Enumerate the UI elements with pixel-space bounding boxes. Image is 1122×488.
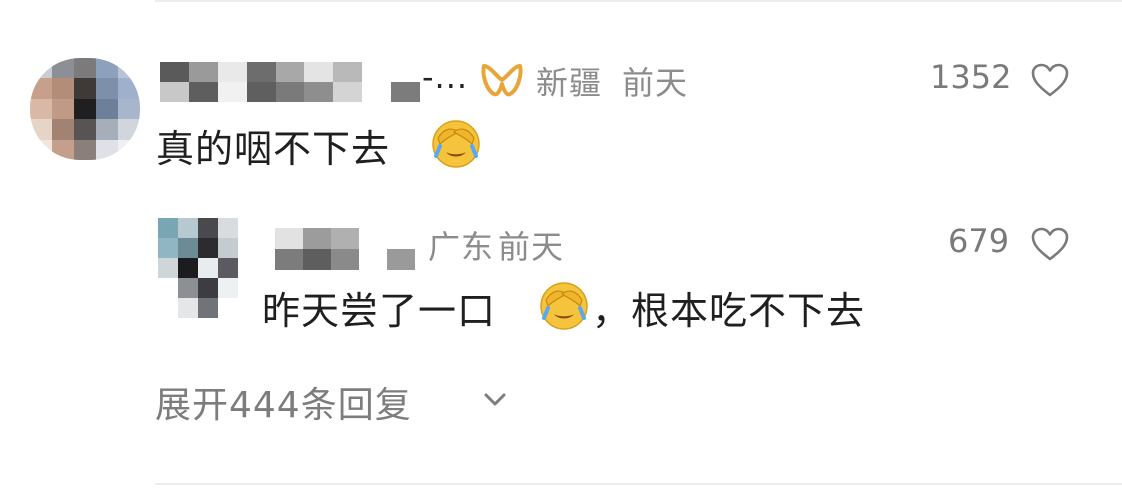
expand-replies-label[interactable]: 展开444条回复 [155, 376, 412, 428]
reply-text-part-2[interactable]: ，根本吃不下去 [592, 280, 865, 335]
top-divider [155, 0, 1122, 2]
orange-ribbon-badge-icon [481, 64, 523, 97]
reply-location: 广东 [428, 228, 495, 266]
comment-thread: { "comment": { "truncated_name_tail": "-… [0, 0, 1122, 488]
replier-name[interactable] [275, 228, 415, 270]
comment-text[interactable]: 真的咽不下去 [156, 118, 390, 173]
reply-text-part-1[interactable]: 昨天尝了一口 [262, 280, 496, 335]
face-palm-cry-emoji [432, 120, 480, 168]
comment-location: 新疆 [536, 64, 603, 102]
name-tail: -... [422, 58, 469, 96]
heart-outline-icon[interactable] [1030, 62, 1070, 98]
face-palm-cry-emoji [540, 282, 588, 330]
commenter-avatar[interactable] [30, 58, 140, 160]
replier-avatar[interactable] [158, 218, 238, 318]
comment-time: 前天 [622, 64, 689, 102]
heart-outline-icon[interactable] [1030, 226, 1070, 262]
reply-time: 前天 [498, 228, 565, 266]
reply-like-count: 679 [948, 222, 1010, 260]
commenter-name[interactable] [160, 62, 420, 102]
comment-like-count: 1352 [930, 58, 1012, 96]
bottom-divider [155, 483, 1122, 485]
chevron-down-icon[interactable] [480, 388, 510, 410]
